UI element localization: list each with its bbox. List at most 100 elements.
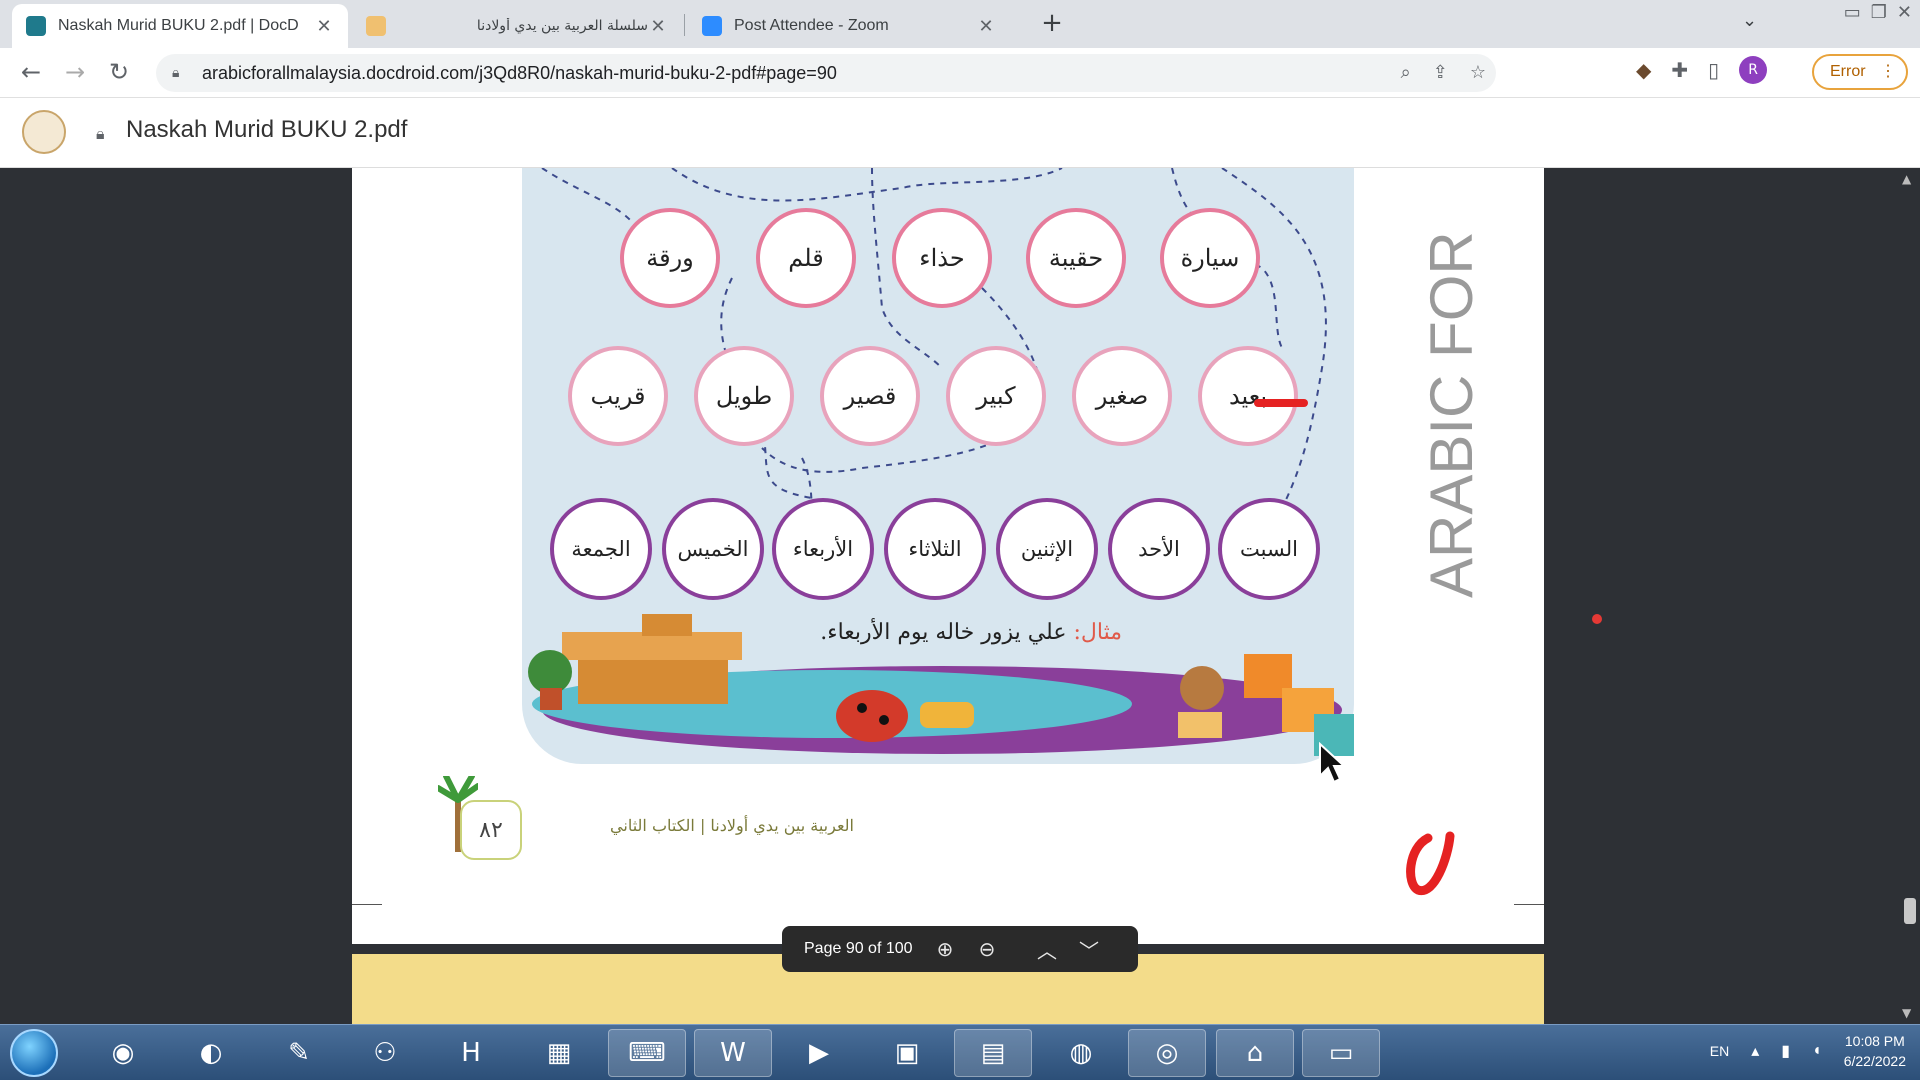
word-circle: الأحد	[1108, 498, 1210, 600]
minimize-icon[interactable]: ▭	[1844, 2, 1861, 23]
notes-taskbar-icon[interactable]: ✎	[260, 1029, 338, 1077]
forward-arrow-icon[interactable]: →	[60, 58, 90, 88]
page-crop-mark	[352, 904, 382, 905]
word-circle: صغير	[1072, 346, 1172, 446]
document-viewport[interactable]: ورقة قلم حذاء حقيبة سيارة قريب طويل قصير…	[0, 168, 1920, 1024]
pointer-dot	[1592, 614, 1602, 624]
reload-icon[interactable]: ↻	[104, 58, 134, 88]
tab-title: Post Attendee - Zoom	[734, 17, 889, 34]
tab-zoom[interactable]: Post Attendee - Zoom ✕	[688, 4, 1010, 48]
profile-avatar[interactable]: R	[1739, 56, 1768, 84]
address-bar[interactable]: 🔒︎ arabicforallmalaysia.docdroid.com/j3Q…	[156, 54, 1496, 92]
word-circle: الثلاثاء	[884, 498, 986, 600]
word-circle: سيارة	[1160, 208, 1260, 308]
tray-expand-icon[interactable]: ▴	[1751, 1041, 1759, 1061]
tab-arabic-series[interactable]: سلسلة العربية بين يدي أولادنا ✕	[352, 4, 682, 48]
word-label: الأحد	[1138, 537, 1180, 561]
example-text: علي يزور خاله يوم الأربعاء.	[820, 620, 1067, 645]
close-icon[interactable]: ✕	[314, 16, 334, 37]
word-label: الثلاثاء	[908, 537, 962, 561]
chrome-taskbar-icon[interactable]: ◎	[1128, 1029, 1206, 1077]
language-indicator[interactable]: EN	[1710, 1043, 1729, 1059]
plant-shape	[528, 650, 572, 694]
desk-body-shape	[578, 660, 728, 704]
network-diagram-taskbar-icon[interactable]: ⚇	[346, 1029, 424, 1077]
back-arrow-icon[interactable]: ←	[16, 58, 46, 88]
lock-icon: 🔒︎	[172, 65, 180, 81]
footer-text: العربية بين يدي أولادنا | الكتاب الثاني	[610, 816, 854, 835]
restore-icon[interactable]: ❐	[1871, 2, 1887, 23]
word-label: حذاء	[919, 244, 965, 272]
close-icon[interactable]: ✕	[976, 16, 996, 37]
teddy-bear-shape	[1180, 666, 1224, 710]
word-label: ورقة	[646, 244, 694, 272]
puzzle-extensions-icon[interactable]: ✚	[1671, 58, 1688, 82]
tab-search-chevron-icon[interactable]: ⌄	[1742, 10, 1757, 31]
word-label: طويل	[715, 382, 773, 410]
close-window-icon[interactable]: ✕	[1897, 2, 1912, 23]
start-button[interactable]	[10, 1029, 58, 1077]
scroll-up-arrow-icon[interactable]: ▲	[1902, 172, 1911, 186]
word-circle: كبير	[946, 346, 1046, 446]
url-text[interactable]: arabicforallmalaysia.docdroid.com/j3Qd8R…	[202, 63, 837, 84]
media-player-taskbar-icon[interactable]: ▶	[780, 1029, 858, 1077]
extension-owl-icon[interactable]: ◆	[1636, 58, 1651, 82]
keyboard-app-taskbar-icon[interactable]: ⌨	[608, 1029, 686, 1077]
chrome-alt-taskbar-icon[interactable]: ◉	[84, 1029, 162, 1077]
word-circle: السبت	[1218, 498, 1320, 600]
firefox-taskbar-icon[interactable]: ◍	[1042, 1029, 1120, 1077]
zoom-favicon-icon	[702, 16, 722, 36]
office-taskbar-icon[interactable]: ▣	[868, 1029, 946, 1077]
vertical-scrollbar[interactable]: ▲ ▼	[1898, 168, 1920, 1024]
calendar-taskbar-icon[interactable]: ▦	[520, 1029, 598, 1077]
zoom-magnifier-icon[interactable]: ⌕	[1401, 62, 1411, 83]
signal-icon[interactable]: ▮	[1781, 1041, 1790, 1061]
acrobat-taskbar-icon[interactable]: ⌂	[1216, 1029, 1294, 1077]
close-icon[interactable]: ✕	[648, 16, 668, 37]
scroll-down-arrow-icon[interactable]: ▼	[1902, 1006, 1911, 1020]
file-explorer-taskbar-icon[interactable]: ▤	[954, 1029, 1032, 1077]
lock-icon: 🔒︎	[96, 124, 105, 143]
word-circle: قريب	[568, 346, 668, 446]
site-logo-icon[interactable]	[22, 110, 66, 154]
scrollbar-thumb[interactable]	[1904, 898, 1916, 924]
word-label: الجمعة	[571, 537, 631, 561]
menu-dots-icon: ⋮	[1880, 63, 1896, 80]
word-circle: ورقة	[620, 208, 720, 308]
previous-page-chevron-up-icon[interactable]: ︿	[1026, 935, 1068, 964]
edge-taskbar-icon[interactable]: ◐	[172, 1029, 250, 1077]
hwp-taskbar-icon[interactable]: H	[432, 1029, 510, 1077]
tab-title: Naskah Murid BUKU 2.pdf | DocD	[58, 17, 299, 34]
window-controls: ▭ ❐ ✕	[1844, 2, 1912, 23]
error-label: Error	[1830, 63, 1866, 80]
next-page-chevron-down-icon[interactable]: ﹀	[1068, 935, 1110, 964]
word-label: الأربعاء	[792, 537, 854, 561]
word-circle: حذاء	[892, 208, 992, 308]
zoom-in-icon[interactable]: ⊕	[924, 937, 966, 962]
new-tab-button[interactable]: +	[1036, 8, 1068, 40]
clock[interactable]: 10:08 PM 6/22/2022	[1844, 1031, 1906, 1071]
error-button[interactable]: Error ⋮	[1812, 54, 1908, 90]
tab-docdroid[interactable]: Naskah Murid BUKU 2.pdf | DocD ✕	[12, 4, 348, 48]
word-label: السبت	[1240, 537, 1298, 561]
browser-toolbar: ← → ↻ 🔒︎ arabicforallmalaysia.docdroid.c…	[0, 48, 1920, 98]
document-title: Naskah Murid BUKU 2.pdf	[126, 116, 408, 143]
zoom-taskbar-icon[interactable]: ▭	[1302, 1029, 1380, 1077]
extension-icons: ◆ ✚ ▯ R	[1636, 56, 1768, 84]
bookmark-star-icon[interactable]: ☆	[1470, 62, 1486, 83]
word-label: قلم	[788, 244, 824, 272]
volume-icon[interactable]: ◖	[1812, 1042, 1822, 1060]
clock-time: 10:08 PM	[1844, 1033, 1905, 1049]
word-circle: الإثنين	[996, 498, 1098, 600]
word-taskbar-icon[interactable]: W	[694, 1029, 772, 1077]
share-icon[interactable]: ⇪	[1433, 62, 1448, 83]
annotation-red-stroke	[1254, 399, 1308, 407]
word-circle: الخميس	[662, 498, 764, 600]
windows-taskbar: ◉ ◐ ✎ ⚇ H ▦ ⌨ W ▶ ▣ ▤ ◍ ◎ ⌂ ▭ EN ▴ ▮ ◖ 1…	[0, 1024, 1920, 1080]
publisher-logo-icon	[1398, 828, 1456, 900]
omnibox-actions: ⌕ ⇪ ☆	[1401, 62, 1486, 83]
page-crop-mark	[1514, 904, 1544, 905]
word-circle: حقيبة	[1026, 208, 1126, 308]
zoom-out-icon[interactable]: ⊖	[966, 937, 1008, 962]
side-panel-icon[interactable]: ▯	[1708, 58, 1719, 82]
